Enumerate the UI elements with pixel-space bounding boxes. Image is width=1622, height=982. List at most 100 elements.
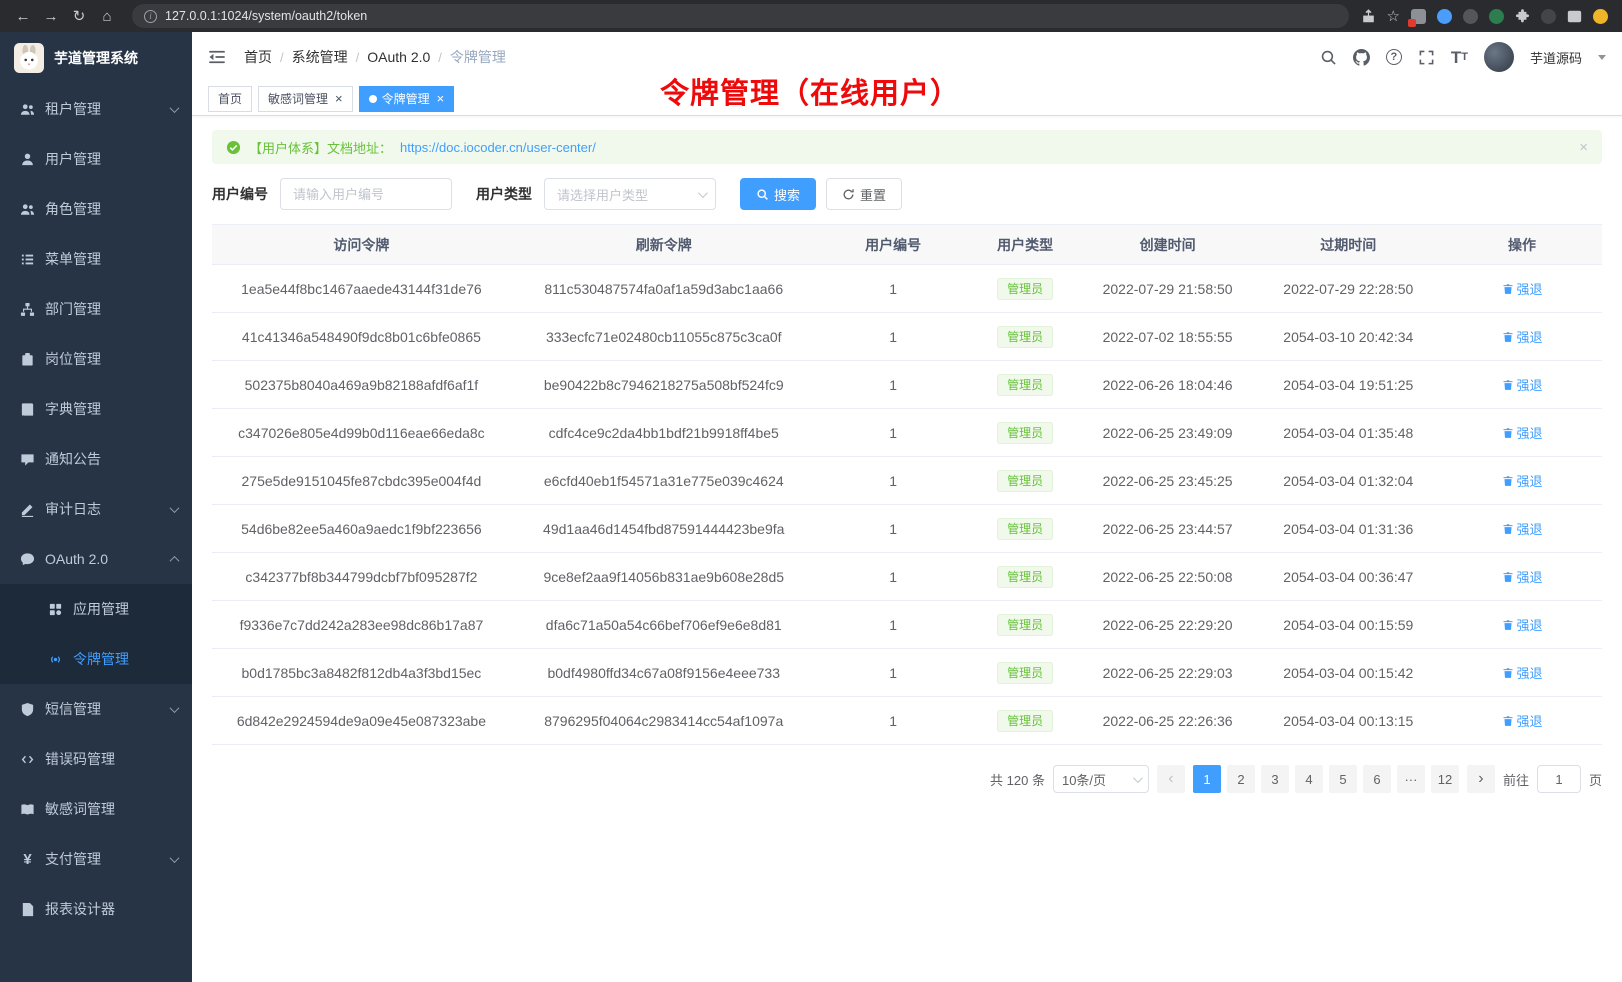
user-name[interactable]: 芋道源码 [1530,48,1582,67]
user-type-badge: 管理员 [997,374,1053,396]
force-logout-button[interactable]: 强退 [1502,567,1543,586]
table-row: b0d1785bc3a8482f812db4a3f3bd15ecb0df4980… [212,649,1602,697]
sidebar-item-label: 应用管理 [73,599,129,619]
github-icon[interactable] [1353,49,1370,66]
extensions-puzzle-icon[interactable] [1515,9,1530,24]
sidebar-item-label: 支付管理 [45,849,101,869]
page-button-12[interactable]: 12 [1431,765,1459,793]
force-logout-button[interactable]: 强退 [1502,423,1543,442]
search-button[interactable]: 搜索 [740,178,816,210]
force-logout-button[interactable]: 强退 [1502,375,1543,394]
page-button-6[interactable]: 6 [1363,765,1391,793]
sidebar-item-label: 租户管理 [45,99,101,119]
address-bar[interactable]: i 127.0.0.1:1024/system/oauth2/token [132,4,1349,28]
page-button-3[interactable]: 3 [1261,765,1289,793]
share-icon[interactable] [1361,9,1376,24]
user-id-input[interactable] [280,178,452,210]
sidebar-item-16[interactable]: 报表设计器 [0,884,192,934]
side-panel-icon[interactable] [1567,9,1582,24]
user-type-badge: 管理员 [997,662,1053,684]
breadcrumb-item-0[interactable]: 首页 [244,47,272,67]
doc-link[interactable]: https://doc.iocoder.cn/user-center/ [400,140,596,155]
sidebar-item-4[interactable]: 部门管理 [0,284,192,334]
sidebar-item-3[interactable]: 菜单管理 [0,234,192,284]
next-page-button[interactable]: › [1467,765,1495,793]
force-logout-button[interactable]: 强退 [1502,519,1543,538]
user-avatar[interactable] [1484,42,1514,72]
breadcrumb-item-2[interactable]: OAuth 2.0 [367,49,430,65]
sidebar-item-0[interactable]: 租户管理 [0,84,192,134]
forward-icon[interactable]: → [38,4,64,28]
close-alert-icon[interactable]: × [1579,139,1588,156]
sidebar-item-15[interactable]: ¥支付管理 [0,834,192,884]
home-icon[interactable]: ⌂ [94,4,120,28]
sidebar-item-5[interactable]: 岗位管理 [0,334,192,384]
sidebar-item-1[interactable]: 用户管理 [0,134,192,184]
extension-blue-icon[interactable] [1437,9,1452,24]
site-info-icon[interactable]: i [144,10,157,23]
page-button-1[interactable]: 1 [1193,765,1221,793]
sidebar-item-label: 令牌管理 [73,649,129,669]
back-icon[interactable]: ← [10,4,36,28]
page-ellipsis-button[interactable]: ··· [1397,765,1425,793]
sidebar-item-6[interactable]: 字典管理 [0,384,192,434]
force-logout-button[interactable]: 强退 [1502,663,1543,682]
sidebar-item-11[interactable]: 令牌管理 [0,634,192,684]
tab-item-0[interactable]: 首页 [208,86,252,112]
browser-toolbar: ← → ↻ ⌂ i 127.0.0.1:1024/system/oauth2/t… [0,0,1622,32]
bookmark-star-icon[interactable]: ☆ [1387,9,1400,24]
breadcrumb-item-1[interactable]: 系统管理 [292,47,348,67]
sidebar-item-2[interactable]: 角色管理 [0,184,192,234]
profile-avatar-icon[interactable] [1593,9,1608,24]
sidebar-item-10[interactable]: 应用管理 [0,584,192,634]
reset-button[interactable]: 重置 [826,178,902,210]
user-type-placeholder: 请选择用户类型 [557,185,648,204]
sidebar-item-13[interactable]: 错误码管理 [0,734,192,784]
extension-badged-icon[interactable] [1411,9,1426,24]
breadcrumb: 首页/系统管理/OAuth 2.0/令牌管理 [244,47,506,67]
page-size-select[interactable]: 10条/页 [1053,765,1149,793]
font-size-icon[interactable]: TT [1451,49,1468,66]
trash-icon [1502,379,1514,391]
page-button-4[interactable]: 4 [1295,765,1323,793]
chevron-down-icon[interactable] [1598,55,1606,60]
fullscreen-icon[interactable] [1418,49,1435,66]
reload-icon[interactable]: ↻ [66,4,92,28]
app-logo[interactable]: 芋道管理系统 [0,32,192,84]
tab-item-1[interactable]: 敏感词管理× [258,86,353,112]
error-code-icon [20,752,35,767]
close-tab-icon[interactable]: × [335,92,343,105]
sidebar-item-label: 敏感词管理 [45,799,115,819]
force-logout-button[interactable]: 强退 [1502,711,1543,730]
prev-page-button[interactable]: ‹ [1157,765,1185,793]
sidebar-toggle-icon[interactable] [208,48,226,66]
force-logout-button[interactable]: 强退 [1502,615,1543,634]
sidebar-item-8[interactable]: 审计日志 [0,484,192,534]
page-button-2[interactable]: 2 [1227,765,1255,793]
page-button-5[interactable]: 5 [1329,765,1357,793]
column-header: 访问令牌 [212,225,511,265]
main-area: 首页/系统管理/OAuth 2.0/令牌管理 ? TT 芋道源码 令牌管理（在线… [192,32,1622,982]
sidebar-item-7[interactable]: 通知公告 [0,434,192,484]
force-logout-button[interactable]: 强退 [1502,279,1543,298]
help-icon[interactable]: ? [1386,49,1402,65]
tab-item-2[interactable]: 令牌管理× [359,86,455,112]
table-row: f9336e7c7dd242a283ee98dc86b17a87dfa6c71a… [212,601,1602,649]
role-users-icon [20,202,35,217]
extension-dark-icon[interactable] [1463,9,1478,24]
column-header: 过期时间 [1254,225,1442,265]
sidebar-item-12[interactable]: 短信管理 [0,684,192,734]
sidebar-item-9[interactable]: OAuth 2.0 [0,534,192,584]
force-logout-button[interactable]: 强退 [1502,471,1543,490]
trash-icon [1502,667,1514,679]
extension-gray-icon[interactable] [1541,9,1556,24]
search-icon[interactable] [1320,49,1337,66]
goto-page-input[interactable] [1537,765,1581,793]
chevron-down-icon [170,703,180,713]
sidebar-item-14[interactable]: 敏感词管理 [0,784,192,834]
close-tab-icon[interactable]: × [437,92,445,105]
user-type-select[interactable]: 请选择用户类型 [544,178,716,210]
trash-icon [1502,283,1514,295]
force-logout-button[interactable]: 强退 [1502,327,1543,346]
extension-green-icon[interactable] [1489,9,1504,24]
